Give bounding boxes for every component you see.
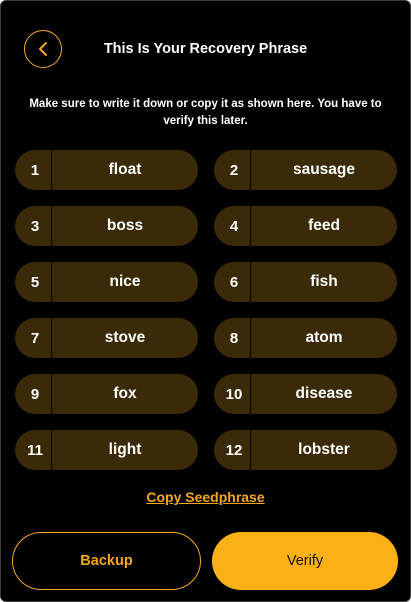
seed-word-number: 6 (214, 262, 251, 302)
verify-button[interactable]: Verify (212, 532, 398, 590)
seed-word: nice (109, 273, 141, 290)
seed-word-item: 9 fox (15, 374, 198, 414)
seed-word-item: 4 feed (214, 206, 397, 246)
seed-word: sausage (292, 161, 356, 178)
seed-word-number: 5 (15, 262, 52, 302)
seed-word: float (108, 161, 142, 178)
seed-word-number: 4 (214, 206, 251, 246)
seed-word: atom (305, 329, 343, 346)
seed-phrase-grid: 1 float 2 sausage 3 boss 4 feed 5 nice 6… (15, 150, 397, 470)
seed-word-item: 1 float (15, 150, 198, 190)
seed-word-number: 11 (15, 430, 52, 470)
seed-word: stove (104, 329, 146, 346)
seed-word-item: 7 stove (15, 318, 198, 358)
seed-word: fish (310, 273, 338, 290)
seed-word: light (108, 441, 142, 458)
seed-word-item: 11 light (15, 430, 198, 470)
seed-word-number: 12 (214, 430, 251, 470)
recovery-phrase-panel: This Is Your Recovery Phrase Make sure t… (0, 0, 411, 602)
seed-word-number: 8 (214, 318, 251, 358)
seed-word-item: 10 disease (214, 374, 397, 414)
seed-word-item: 3 boss (15, 206, 198, 246)
seed-word-number: 2 (214, 150, 251, 190)
seed-word: boss (106, 217, 144, 234)
seed-word: feed (308, 217, 340, 234)
seed-word-item: 8 atom (214, 318, 397, 358)
seed-word: fox (113, 385, 137, 402)
copy-seedphrase-link[interactable]: Copy Seedphrase (1, 489, 410, 505)
seed-word-number: 7 (15, 318, 52, 358)
seed-word-number: 3 (15, 206, 52, 246)
seed-word-item: 6 fish (214, 262, 397, 302)
seed-word-number: 10 (214, 374, 251, 414)
backup-button[interactable]: Backup (12, 532, 201, 590)
seed-word: lobster (298, 441, 350, 458)
instructions-text: Make sure to write it down or copy it as… (29, 98, 382, 127)
seed-word-item: 12 lobster (214, 430, 397, 470)
seed-word-number: 9 (15, 374, 52, 414)
seed-word-item: 5 nice (15, 262, 198, 302)
page-title: This Is Your Recovery Phrase (103, 41, 308, 57)
seed-word: disease (295, 385, 353, 402)
seed-word-number: 1 (15, 150, 52, 190)
seed-word-item: 2 sausage (214, 150, 397, 190)
